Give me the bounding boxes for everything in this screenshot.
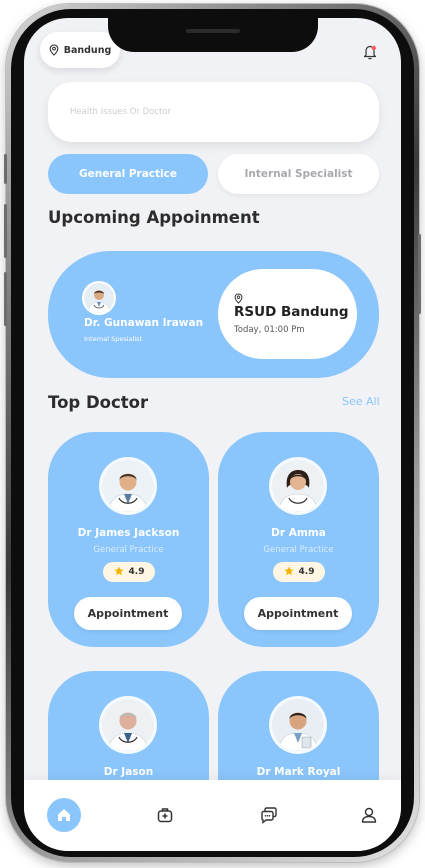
appointment-time: Today, 01:00 Pm: [234, 325, 305, 335]
location-selector[interactable]: Bandung: [40, 32, 120, 68]
doctor-name: Dr Amma: [271, 527, 326, 539]
notch: [108, 18, 318, 52]
app-screen: Bandung General Practice Internal Specia…: [24, 18, 401, 851]
side-button: [4, 154, 7, 184]
volume-down-button: [4, 272, 7, 326]
volume-up-button: [4, 204, 7, 258]
doctor-name: Dr James Jackson: [77, 527, 180, 539]
see-all-link[interactable]: See All: [342, 395, 380, 408]
category-internal-specialist[interactable]: Internal Specialist: [218, 154, 379, 194]
location-label: Bandung: [63, 44, 112, 56]
bottom-navigation: [24, 780, 401, 851]
star-icon: [284, 566, 294, 579]
upcoming-doctor-role: Internal Spesialist: [84, 335, 143, 343]
category-general-practice[interactable]: General Practice: [48, 154, 208, 194]
doctor-avatar: [84, 283, 114, 313]
appointment-button[interactable]: Appointment: [74, 597, 182, 630]
search-input[interactable]: [48, 82, 379, 142]
doctor-avatar: [102, 460, 154, 512]
upcoming-title: Upcoming Appoinment: [48, 208, 260, 227]
location-pin-icon: [49, 41, 59, 60]
upcoming-doctor-name: Dr. Gunawan Irawan: [84, 317, 204, 329]
rating-badge: 4.9: [273, 562, 325, 582]
doctor-card[interactable]: Dr James Jackson General Practice 4.9 Ap…: [48, 432, 209, 647]
chat-icon[interactable]: [258, 804, 280, 826]
doctor-avatar: [272, 460, 324, 512]
profile-icon[interactable]: [358, 804, 380, 826]
notification-bell-icon[interactable]: [361, 43, 379, 61]
doctor-card[interactable]: Dr Amma General Practice 4.9 Appointment: [218, 432, 379, 647]
rating-value: 4.9: [298, 567, 315, 577]
doctor-name: Dr Jason: [103, 766, 154, 778]
doctor-specialty: General Practice: [93, 545, 164, 555]
doctor-avatar: [272, 699, 324, 751]
rating-value: 4.9: [128, 567, 145, 577]
doctor-avatar: [102, 699, 154, 751]
power-button: [418, 234, 421, 314]
hospital-name: RSUD Bandung: [234, 304, 349, 320]
doctor-specialty: General Practice: [263, 545, 334, 555]
doctor-name: Dr Mark Royal: [256, 766, 341, 778]
home-icon[interactable]: [47, 798, 81, 832]
rating-badge: 4.9: [103, 562, 155, 582]
top-doctor-title: Top Doctor: [48, 393, 149, 412]
star-icon: [114, 566, 124, 579]
speaker: [186, 29, 240, 33]
medical-kit-icon[interactable]: [154, 804, 176, 826]
appointment-button[interactable]: Appointment: [244, 597, 352, 630]
upcoming-appointment-card[interactable]: Dr. Gunawan Irawan Internal Spesialist R…: [48, 251, 379, 378]
appointment-location: RSUD Bandung Today, 01:00 Pm: [218, 269, 357, 359]
